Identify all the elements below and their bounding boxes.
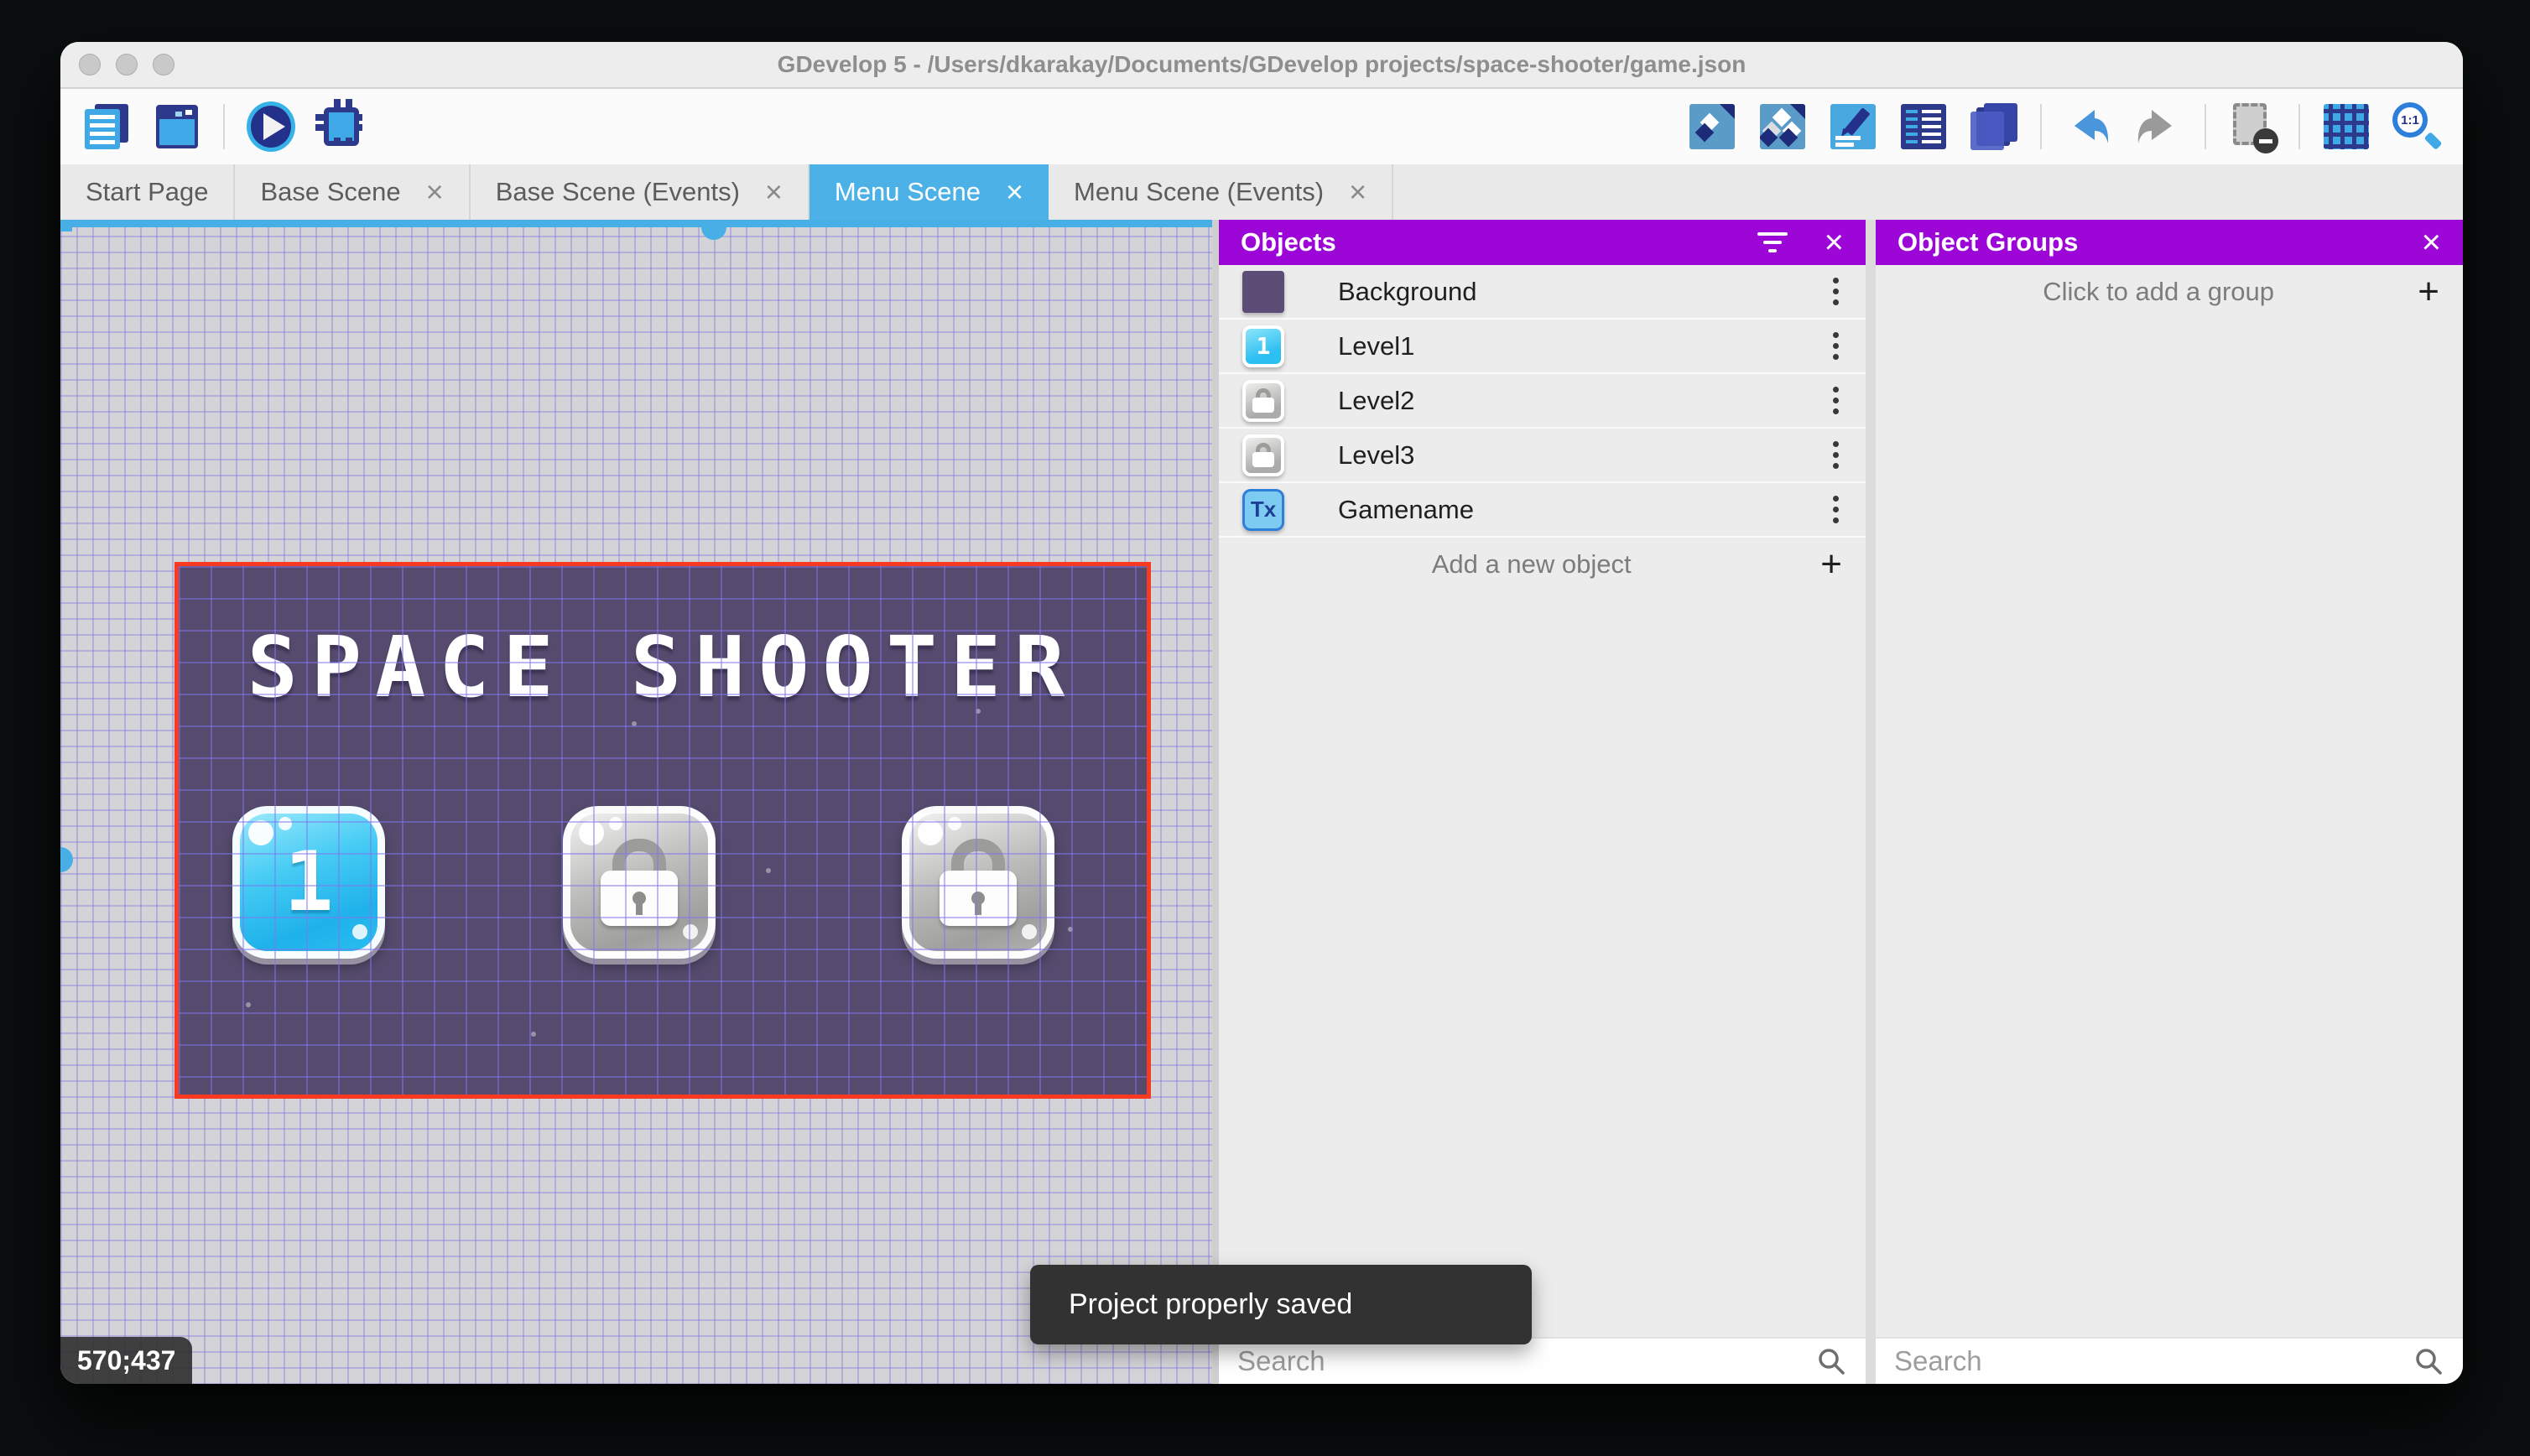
- undo-icon[interactable]: [2064, 102, 2112, 151]
- instances-list-icon[interactable]: [1899, 102, 1948, 151]
- kebab-menu-icon[interactable]: [1830, 492, 1842, 527]
- add-object-row[interactable]: Add a new object +: [1219, 538, 1866, 591]
- object-groups-search-bar: [1876, 1337, 2463, 1384]
- toolbar-separator: [2298, 104, 2300, 149]
- tab-base-scene[interactable]: Base Scene ×: [235, 164, 471, 220]
- panels-divider[interactable]: [1866, 220, 1876, 1384]
- close-tab-icon[interactable]: ×: [765, 177, 783, 207]
- kebab-menu-icon[interactable]: [1830, 329, 1842, 363]
- search-icon: [1819, 1349, 1845, 1375]
- window-title: GDevelop 5 - /Users/dkarakay/Documents/G…: [777, 51, 1747, 77]
- objects-panel: Objects × Background 1 Level1 Level2 Lev…: [1219, 220, 1866, 1384]
- zoom-ratio-label: 1:1: [2392, 102, 2428, 138]
- background-object-selected[interactable]: SPACE SHOOTER 1: [174, 562, 1151, 1099]
- level1-button-icon: 1: [1242, 325, 1284, 367]
- object-row-level1[interactable]: 1 Level1: [1219, 320, 1866, 374]
- project-manager-icon[interactable]: [82, 102, 131, 151]
- app-window: GDevelop 5 - /Users/dkarakay/Documents/G…: [60, 42, 2463, 1384]
- level1-button-object[interactable]: 1: [232, 806, 385, 959]
- level2-button-object[interactable]: [563, 806, 716, 959]
- object-row-gamename[interactable]: Tx Gamename: [1219, 483, 1866, 538]
- traffic-lights: [79, 54, 174, 75]
- toolbar-separator: [2205, 104, 2206, 149]
- search-icon: [2416, 1349, 2442, 1375]
- toast-message: Project properly saved: [1069, 1288, 1353, 1320]
- layers-icon[interactable]: [1970, 102, 2018, 151]
- objects-panel-header: Objects ×: [1219, 220, 1866, 265]
- object-groups-empty-area: [1876, 319, 2463, 1337]
- add-group-row[interactable]: Click to add a group +: [1876, 265, 2463, 319]
- titlebar: GDevelop 5 - /Users/dkarakay/Documents/G…: [60, 42, 2463, 89]
- objects-panel-empty-area: [1219, 591, 1866, 1337]
- background-swatch-icon: [1242, 270, 1284, 313]
- debug-icon[interactable]: [315, 99, 366, 151]
- preview-window-icon[interactable]: [153, 102, 201, 151]
- plus-icon[interactable]: +: [2418, 273, 2439, 310]
- close-panel-icon[interactable]: ×: [2422, 226, 2441, 259]
- lock-icon: [1242, 379, 1284, 422]
- close-tab-icon[interactable]: ×: [1006, 177, 1023, 207]
- filter-icon[interactable]: [1757, 232, 1788, 252]
- zoom-1-1-icon[interactable]: 1:1: [2392, 102, 2443, 151]
- canvas-panel-divider[interactable]: [1212, 220, 1219, 1384]
- tab-base-scene-events[interactable]: Base Scene (Events) ×: [471, 164, 809, 220]
- toolbar-separator: [2040, 104, 2042, 149]
- tab-start-page[interactable]: Start Page: [60, 164, 236, 220]
- objects-search-input[interactable]: [1237, 1345, 1815, 1377]
- add-object-label: Add a new object: [1431, 549, 1632, 579]
- editor-tabbar: Start Page Base Scene × Base Scene (Even…: [60, 164, 2463, 220]
- tab-menu-scene-events[interactable]: Menu Scene (Events) ×: [1049, 164, 1394, 220]
- object-row-level2[interactable]: Level2: [1219, 374, 1866, 429]
- object-groups-icon[interactable]: [1758, 102, 1807, 151]
- lock-icon: [601, 839, 678, 926]
- vertical-scroll-marker[interactable]: [60, 847, 73, 872]
- minimize-window-button[interactable]: [116, 54, 138, 75]
- horizontal-scrollbar[interactable]: [60, 220, 1212, 227]
- edit-properties-icon[interactable]: [1829, 102, 1877, 151]
- scene-canvas[interactable]: SPACE SHOOTER 1 570;437: [60, 220, 1212, 1384]
- cursor-coordinates: 570;437: [60, 1337, 193, 1384]
- lock-icon: [1242, 434, 1284, 476]
- grid-icon[interactable]: [2322, 102, 2371, 151]
- main-toolbar: 1:1: [60, 89, 2463, 164]
- kebab-menu-icon[interactable]: [1830, 274, 1842, 309]
- level3-button-object[interactable]: [902, 806, 1054, 959]
- redo-icon[interactable]: [2134, 102, 2183, 151]
- kebab-menu-icon[interactable]: [1830, 383, 1842, 418]
- kebab-menu-icon[interactable]: [1830, 438, 1842, 472]
- lock-icon: [940, 839, 1017, 926]
- plus-icon[interactable]: +: [1820, 546, 1842, 583]
- game-title-text[interactable]: SPACE SHOOTER: [179, 618, 1147, 716]
- object-row-background[interactable]: Background: [1219, 265, 1866, 320]
- object-icon[interactable]: [1688, 102, 1736, 151]
- level1-label: 1: [284, 835, 334, 930]
- mask-icon[interactable]: [2228, 102, 2278, 153]
- zoom-window-button[interactable]: [153, 54, 174, 75]
- tab-menu-scene[interactable]: Menu Scene ×: [809, 164, 1049, 220]
- close-window-button[interactable]: [79, 54, 101, 75]
- horizontal-scroll-marker[interactable]: [701, 227, 726, 240]
- close-tab-icon[interactable]: ×: [426, 177, 444, 207]
- object-row-level3[interactable]: Level3: [1219, 429, 1866, 483]
- object-groups-panel: Object Groups × Click to add a group +: [1876, 220, 2463, 1384]
- scrollbar-corner: [60, 220, 72, 231]
- close-tab-icon[interactable]: ×: [1349, 177, 1367, 207]
- toolbar-separator: [223, 104, 225, 149]
- close-panel-icon[interactable]: ×: [1825, 226, 1844, 259]
- play-icon[interactable]: [247, 101, 295, 152]
- add-group-label: Click to add a group: [2043, 277, 2274, 306]
- object-groups-search-input[interactable]: [1894, 1345, 2413, 1377]
- object-groups-panel-title: Object Groups: [1898, 227, 2079, 257]
- objects-panel-title: Objects: [1241, 227, 1336, 257]
- save-toast: Project properly saved: [1030, 1265, 1532, 1344]
- object-groups-panel-header: Object Groups ×: [1876, 220, 2463, 265]
- text-object-icon: Tx: [1242, 488, 1284, 531]
